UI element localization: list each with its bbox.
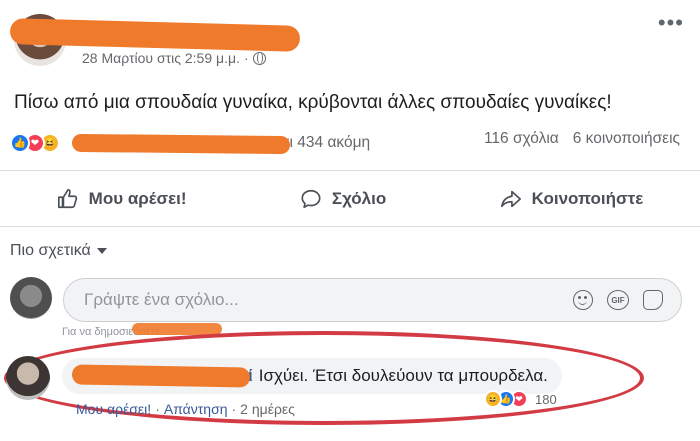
viewer-avatar (10, 277, 52, 319)
comment-sort-dropdown[interactable]: Πιο σχετικά (10, 242, 107, 260)
comment-input-placeholder: Γράψτε ένα σχόλιο... (84, 290, 239, 309)
comment-input-tools: GIF (573, 290, 663, 310)
like-button[interactable]: Μου αρέσει! (57, 188, 187, 210)
separator: · (231, 401, 237, 417)
caret-down-icon (96, 248, 107, 254)
like-reaction-icon: 👍 (10, 133, 30, 153)
post-actions: Μου αρέσει! Σχόλιο Κοινοποιήστε (0, 176, 700, 222)
post-header: Μα 28 Μαρτίου στις 2:59 μ.μ. · ••• (0, 0, 700, 80)
comment-button[interactable]: Σχόλιο (300, 188, 386, 210)
comment-text: Ισχύει. Έτσι δουλεύουν τα μπουρδελα. (258, 366, 548, 385)
comment-button-label: Σχόλιο (331, 189, 387, 208)
separator: · (155, 401, 160, 417)
comment-input[interactable]: Γράψτε ένα σχόλιο... GIF (63, 278, 682, 322)
like-button-label: Μου αρέσει! (88, 189, 187, 208)
sticker-icon[interactable] (643, 290, 663, 310)
comment-like-link[interactable]: Μου αρέσει! (76, 401, 151, 417)
comment-sort-label: Πιο σχετικά (10, 242, 91, 259)
post-meta: 28 Μαρτίου στις 2:59 μ.μ. · (82, 50, 266, 66)
comments-count[interactable]: 116 σχόλια (484, 130, 559, 148)
post-text: Πίσω από μια σπουδαία γυναίκα, κρύβονται… (14, 92, 612, 113)
comment-reactions[interactable]: 😆 👍 ❤ 180 (484, 390, 557, 408)
globe-icon (252, 51, 266, 65)
meta-separator: · (243, 50, 249, 66)
comment-icon (301, 189, 321, 209)
comment-age[interactable]: 2 ημέρες (240, 401, 295, 417)
share-arrow-icon (500, 190, 521, 208)
redaction-mark (71, 133, 291, 155)
redaction-mark (71, 364, 251, 388)
comment-reaction-count: 180 (535, 391, 557, 407)
post-counts: 116 σχόλια 6 κοινοποιήσεις (484, 130, 680, 148)
more-options-icon[interactable]: ••• (658, 12, 684, 34)
comment-reply-link[interactable]: Απάντηση (164, 401, 228, 417)
emoji-icon[interactable] (573, 290, 593, 310)
commenter-avatar[interactable] (6, 356, 50, 400)
post-timestamp[interactable]: 28 Μαρτίου στις 2:59 μ.μ. (82, 50, 240, 66)
thumbs-up-icon (57, 189, 77, 209)
divider (0, 170, 700, 171)
divider (0, 226, 700, 227)
share-button[interactable]: Κοινοποιήστε (500, 188, 644, 210)
shares-count[interactable]: 6 κοινοποιήσεις (573, 130, 680, 148)
gif-icon[interactable]: GIF (607, 290, 629, 310)
share-button-label: Κοινοποιήστε (531, 189, 644, 208)
haha-reaction-icon: 😆 (484, 390, 502, 408)
comment-footer: Μου αρέσει! · Απάντηση · 2 ημέρες (76, 401, 295, 417)
